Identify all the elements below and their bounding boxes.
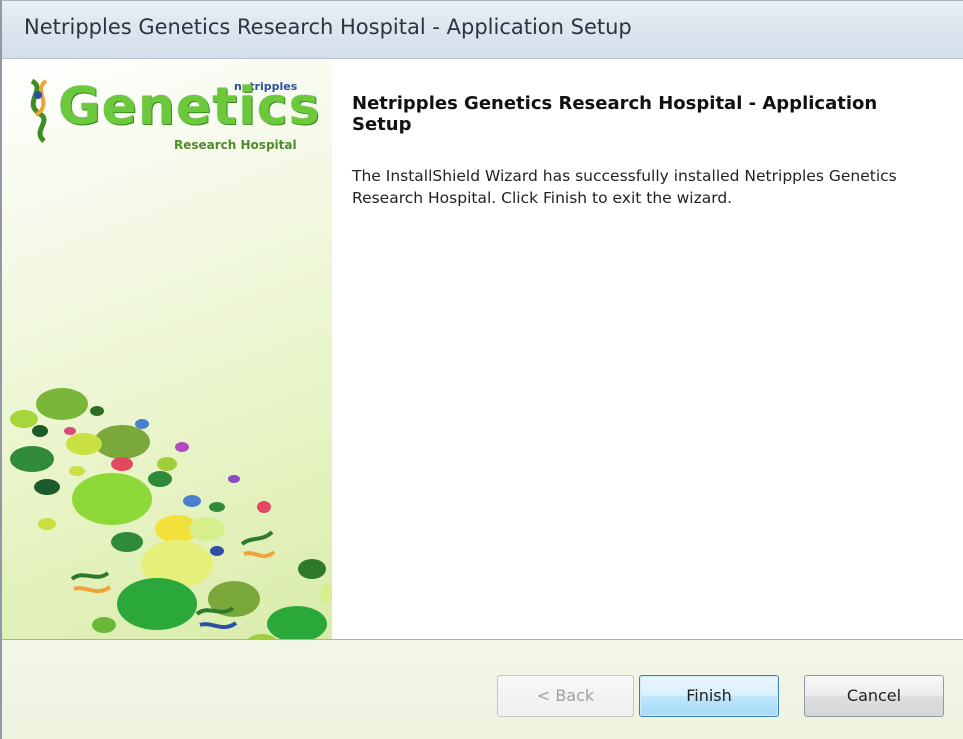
dna-logo-icon [30, 78, 48, 143]
wizard-banner: netripples Genetics Research Hospital [2, 59, 332, 639]
window-title: Netripples Genetics Research Hospital - … [24, 15, 632, 39]
cell-cluster [10, 388, 332, 639]
cancel-button[interactable]: Cancel [804, 675, 944, 717]
title-bar[interactable]: Netripples Genetics Research Hospital - … [2, 1, 963, 59]
finish-button[interactable]: Finish [639, 675, 779, 717]
logo-main: Genetics [58, 77, 321, 137]
wizard-content: Netripples Genetics Research Hospital - … [332, 59, 963, 639]
setup-wizard-window: Netripples Genetics Research Hospital - … [0, 0, 963, 739]
wizard-heading: Netripples Genetics Research Hospital - … [352, 93, 878, 136]
completion-message: The InstallShield Wizard has successfull… [352, 167, 897, 207]
back-button[interactable]: < Back [497, 675, 634, 717]
logo-subtitle: Research Hospital [174, 138, 297, 152]
